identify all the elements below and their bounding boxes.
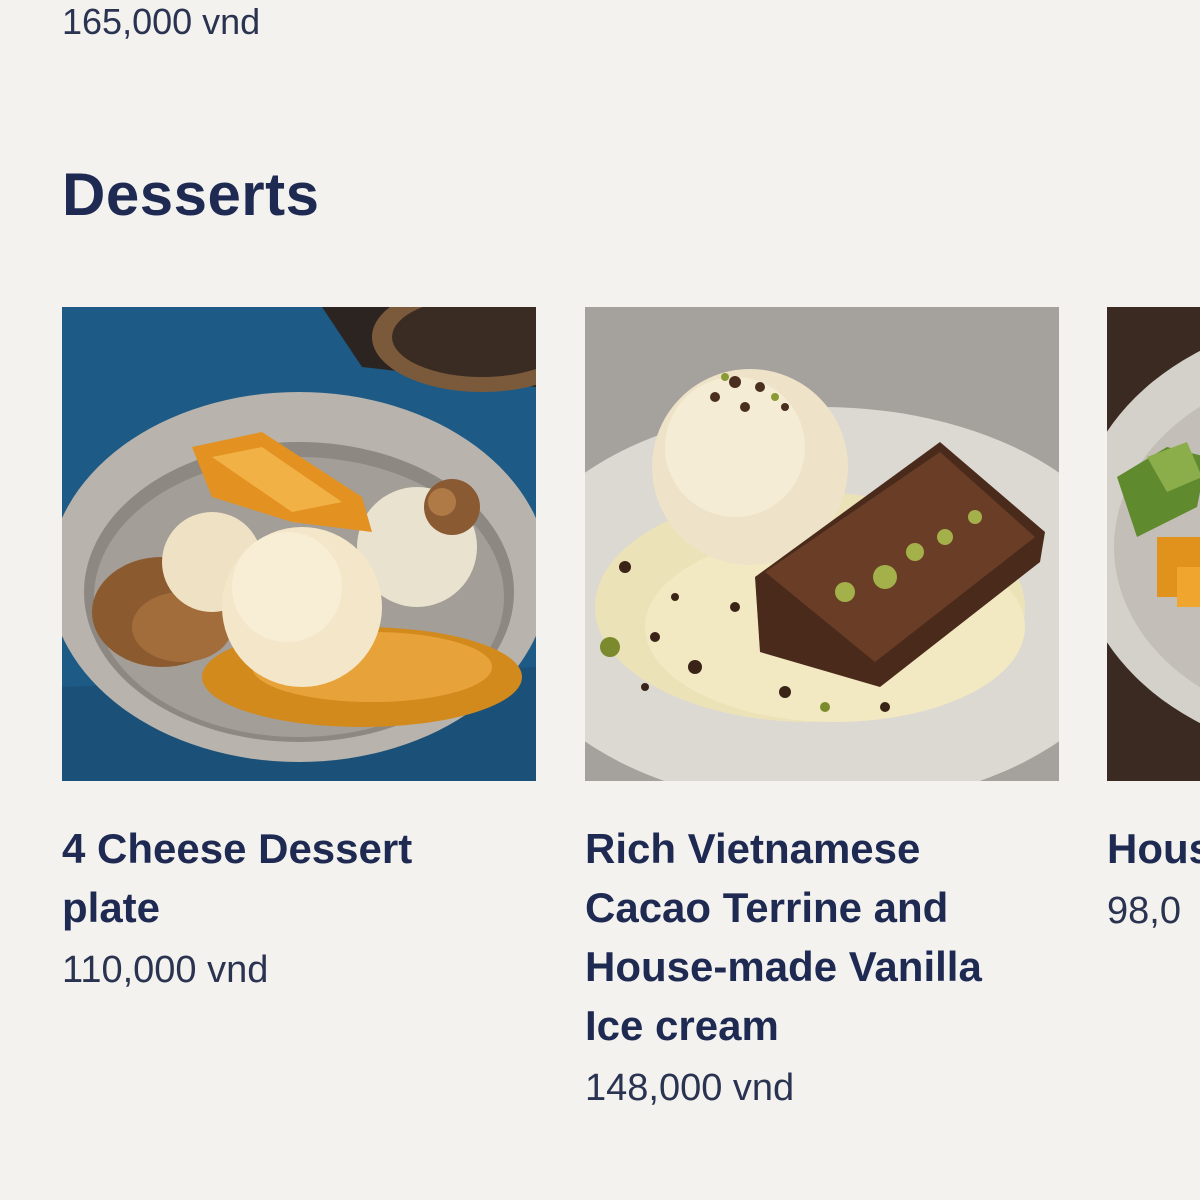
dessert-photo[interactable]: [585, 307, 1059, 781]
menu-item-card[interactable]: 4 Cheese Dessert plate 110,000 vnd: [62, 307, 536, 993]
item-price: 110,000 vnd: [62, 949, 269, 991]
dessert-photo[interactable]: [1107, 307, 1200, 781]
item-price: 148,000 vnd: [585, 1067, 795, 1109]
menu-item-card[interactable]: Hous Yogu with sauc 98,0: [1107, 307, 1200, 934]
dessert-photo[interactable]: [62, 307, 536, 781]
item-name[interactable]: Rich Vietnamese Cacao Terrine and House-…: [585, 819, 1025, 1055]
yogurt-dessert-image: [1107, 307, 1200, 781]
menu-page: 165,000 vnd Desserts 4 Cheese Dessert pl…: [0, 0, 1200, 1200]
cacao-terrine-image: [585, 307, 1059, 781]
menu-item-card[interactable]: Rich Vietnamese Cacao Terrine and House-…: [585, 307, 1059, 1111]
section-title: Desserts: [62, 161, 320, 228]
item-price: 98,0: [1107, 890, 1181, 932]
item-name[interactable]: Hous Yogu with sauc: [1107, 819, 1200, 878]
cheese-dessert-image: [62, 307, 536, 781]
previous-item-price: 165,000 vnd: [62, 1, 261, 42]
item-name[interactable]: 4 Cheese Dessert plate: [62, 819, 502, 937]
